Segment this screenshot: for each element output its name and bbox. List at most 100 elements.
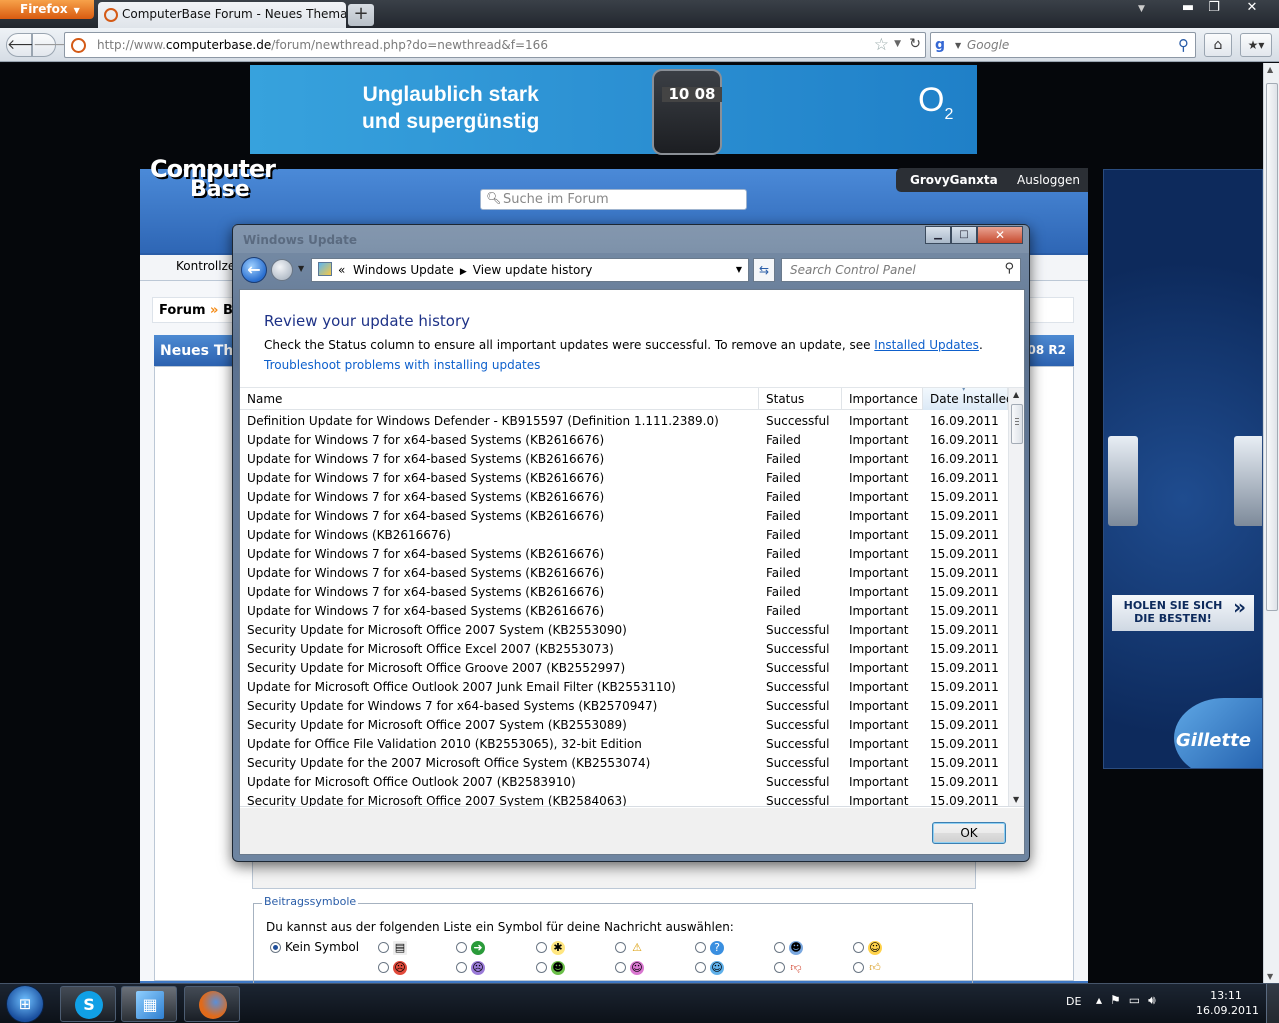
star-icon[interactable]: ☆: [874, 35, 889, 55]
address-breadcrumb-bar[interactable]: « Windows Update ▶ View update history ▼: [311, 258, 749, 282]
forward-arrow-icon[interactable]: 🡒: [32, 33, 71, 57]
page-scrollbar[interactable]: ▲ ▼: [1263, 63, 1279, 983]
subnav-item-control-center[interactable]: Kontrollze: [176, 259, 235, 273]
radio[interactable]: [853, 962, 864, 973]
home-icon[interactable]: ⌂: [1204, 33, 1232, 57]
radio-selected[interactable]: [270, 942, 281, 953]
taskbar-firefox-button[interactable]: [184, 986, 240, 1022]
scroll-up-icon[interactable]: ▲: [1267, 65, 1273, 74]
minimize-icon[interactable]: ▁: [925, 226, 951, 244]
taskbar-clock[interactable]: 13:11 16.09.2011: [1196, 988, 1259, 1018]
taskbar-control-panel-button[interactable]: ▦: [121, 986, 177, 1022]
radio[interactable]: [615, 942, 626, 953]
logout-link[interactable]: Ausloggen: [1017, 173, 1080, 187]
column-header-name[interactable]: Name: [240, 388, 759, 410]
close-window-icon[interactable]: ✕: [1240, 0, 1264, 18]
radio[interactable]: [853, 942, 864, 953]
table-row[interactable]: Definition Update for Windows Defender -…: [240, 411, 1008, 430]
breadcrumb-overflow[interactable]: «: [338, 263, 345, 277]
table-row[interactable]: Update for Windows 7 for x64-based Syste…: [240, 468, 1008, 487]
radio[interactable]: [774, 962, 785, 973]
table-row[interactable]: Security Update for Microsoft Office 200…: [240, 715, 1008, 734]
table-row[interactable]: Security Update for Windows 7 for x64-ba…: [240, 696, 1008, 715]
list-all-tabs-icon[interactable]: ▼: [1138, 4, 1145, 14]
radio[interactable]: [615, 962, 626, 973]
table-row[interactable]: Security Update for Microsoft Office Exc…: [240, 639, 1008, 658]
radio[interactable]: [378, 962, 389, 973]
ad-cta-button[interactable]: HOLEN SIE SICH DIE BESTEN!»: [1112, 595, 1254, 631]
breadcrumb-chevron-icon[interactable]: ▶: [460, 267, 467, 277]
table-row[interactable]: Security Update for Microsoft Office 200…: [240, 791, 1008, 806]
radio[interactable]: [536, 962, 547, 973]
symbol-option-laugh[interactable]: ☺: [615, 960, 644, 975]
ok-button[interactable]: OK: [932, 822, 1006, 844]
control-panel-search-input[interactable]: Search Control Panel ⚲: [781, 258, 1021, 282]
symbol-option-arrow[interactable]: ➜: [456, 940, 485, 955]
forward-arrow-icon[interactable]: [271, 259, 293, 281]
reload-icon[interactable]: ↻: [909, 36, 921, 52]
maximize-icon[interactable]: □: [951, 226, 977, 244]
table-row[interactable]: Update for Microsoft Office Outlook 2007…: [240, 677, 1008, 696]
symbol-option-lightbulb[interactable]: ✱: [536, 940, 565, 955]
recent-pages-dropdown-icon[interactable]: ▼: [298, 264, 304, 273]
site-identity-icon[interactable]: [71, 38, 86, 53]
troubleshoot-link[interactable]: Troubleshoot problems with installing up…: [264, 358, 540, 372]
skyscraper-ad[interactable]: HOLEN SIE SICH DIE BESTEN!» Gillette: [1103, 169, 1263, 769]
radio[interactable]: [456, 942, 467, 953]
table-row[interactable]: Update for Windows (KB2616676) Failed Impo…: [240, 525, 1008, 544]
minimize-window-icon[interactable]: ▬: [1176, 0, 1200, 18]
back-arrow-icon[interactable]: 🡐: [6, 33, 45, 57]
radio[interactable]: [456, 962, 467, 973]
column-header-importance[interactable]: Importance: [842, 388, 923, 410]
forum-search-input[interactable]: 🔍︎ Suche im Forum: [480, 189, 747, 210]
table-row[interactable]: Update for Windows 7 for x64-based Syste…: [240, 430, 1008, 449]
symbol-option-question[interactable]: ?: [695, 940, 724, 955]
url-bar[interactable]: http://www.computerbase.de/forum/newthre…: [64, 32, 926, 58]
table-row[interactable]: Update for Windows 7 for x64-based Syste…: [240, 487, 1008, 506]
chevron-down-icon[interactable]: ▼: [955, 41, 961, 50]
symbol-option-smile[interactable]: ☺: [853, 940, 882, 955]
banner-ad[interactable]: Unglaublich stark und supergünstig 10 08 …: [250, 65, 977, 155]
google-icon[interactable]: g: [935, 37, 951, 53]
symbol-option-thumbs-down[interactable]: 👎︎: [774, 960, 803, 975]
table-row[interactable]: Security Update for Microsoft Office Gro…: [240, 658, 1008, 677]
chevron-down-icon[interactable]: ▼: [736, 265, 742, 274]
table-row[interactable]: Update for Windows 7 for x64-based Syste…: [240, 601, 1008, 620]
new-tab-button[interactable]: +: [348, 4, 374, 26]
search-bar[interactable]: g ▼ Google ⚲: [930, 32, 1196, 58]
column-header-date-installed[interactable]: ▼ Date Installed: [923, 388, 1014, 410]
scroll-down-icon[interactable]: ▼: [1013, 795, 1019, 804]
scroll-thumb[interactable]: [1266, 83, 1278, 611]
breadcrumb-windows-update[interactable]: Windows Update: [353, 263, 454, 277]
radio[interactable]: [695, 942, 706, 953]
table-row[interactable]: Update for Windows 7 for x64-based Syste…: [240, 506, 1008, 525]
breadcrumb-view-update-history[interactable]: View update history: [473, 263, 593, 277]
scroll-up-icon[interactable]: ▲: [1013, 390, 1019, 399]
table-row[interactable]: Update for Windows 7 for x64-based Syste…: [240, 563, 1008, 582]
scroll-down-icon[interactable]: ▼: [1267, 972, 1273, 981]
back-arrow-icon[interactable]: ←: [241, 257, 267, 283]
computerbase-logo[interactable]: C Computer Base: [146, 151, 276, 221]
taskbar-skype-button[interactable]: S: [60, 986, 116, 1022]
system-tray-icons[interactable]: ▴⚑▭🔊︎: [1096, 993, 1164, 1008]
symbol-option-grin[interactable]: ☻: [536, 960, 565, 975]
column-header-status[interactable]: Status: [759, 388, 842, 410]
refresh-icon[interactable]: ⇆: [753, 258, 775, 282]
show-desktop-button[interactable]: [1266, 984, 1279, 1023]
magnifier-icon[interactable]: ⚲: [1178, 36, 1189, 54]
bookmarks-icon[interactable]: ★▾: [1240, 33, 1272, 57]
symbol-option-angry[interactable]: ☹: [378, 960, 407, 975]
list-scrollbar[interactable]: ▲ ▼: [1008, 388, 1024, 806]
symbol-option-cool[interactable]: ☻: [774, 940, 803, 955]
symbol-option-sad[interactable]: ☹: [456, 960, 485, 975]
scroll-thumb[interactable]: [1011, 404, 1023, 444]
close-icon[interactable]: ✕: [977, 226, 1023, 244]
window-caption[interactable]: Windows Update ▁ □ ✕: [233, 225, 1029, 253]
symbol-none-option[interactable]: Kein Symbol: [270, 940, 359, 954]
restore-window-icon[interactable]: ❐: [1202, 0, 1226, 18]
firefox-menu-button[interactable]: Firefox ▼: [0, 0, 94, 19]
table-row[interactable]: Update for Windows 7 for x64-based Syste…: [240, 544, 1008, 563]
radio[interactable]: [378, 942, 389, 953]
table-row[interactable]: Update for Windows 7 for x64-based Syste…: [240, 449, 1008, 468]
radio[interactable]: [695, 962, 706, 973]
